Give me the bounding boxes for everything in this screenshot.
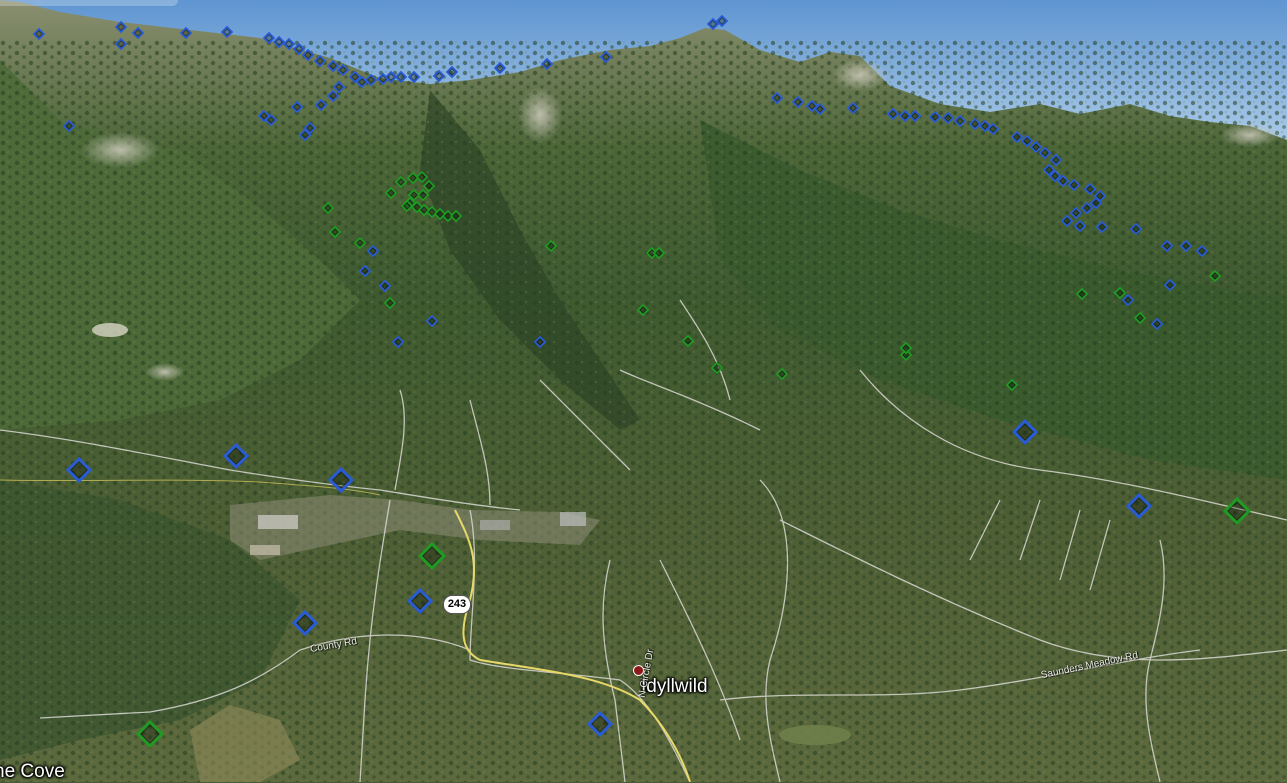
rock-outcrop <box>518 87 562 143</box>
rock-outcrop <box>832 59 888 91</box>
building <box>258 515 298 529</box>
top-panel-tab[interactable] <box>0 0 178 6</box>
place-label-pine-cove[interactable]: ne Cove <box>0 761 65 783</box>
rock-outcrop <box>145 363 185 381</box>
building <box>560 512 586 526</box>
building <box>250 545 280 555</box>
route-243-shield: 243 <box>443 595 471 614</box>
rock-outcrop <box>80 132 160 168</box>
rock-outcrop <box>1220 123 1280 147</box>
building <box>480 520 510 530</box>
rock-outcrop <box>92 323 128 337</box>
pond <box>779 725 851 745</box>
